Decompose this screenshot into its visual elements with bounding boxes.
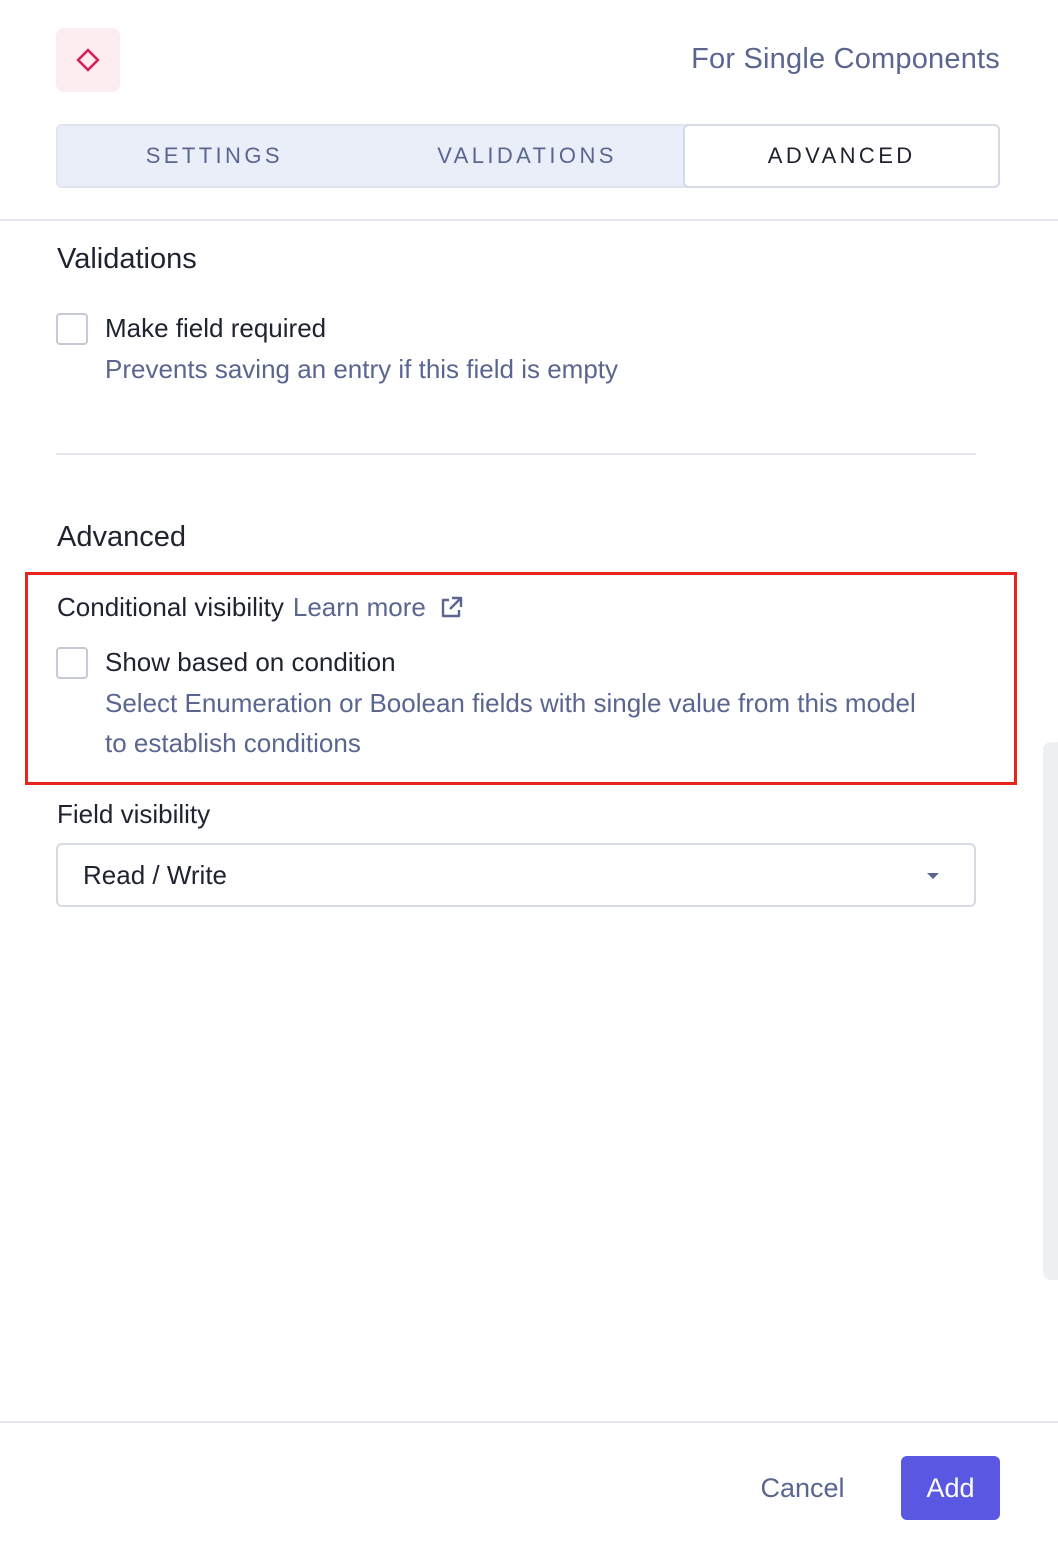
- advanced-section-title: Advanced: [57, 521, 186, 553]
- tab-advanced[interactable]: ADVANCED: [683, 124, 1001, 188]
- add-button[interactable]: Add: [901, 1456, 1000, 1520]
- component-type-badge: [56, 28, 120, 92]
- tab-settings[interactable]: SETTINGS: [58, 126, 371, 186]
- section-divider: [56, 453, 976, 455]
- field-visibility-value: Read / Write: [83, 859, 228, 890]
- make-field-required-label: Make field required: [105, 313, 327, 343]
- learn-more-link[interactable]: Learn more: [293, 592, 464, 623]
- tab-validations[interactable]: VALIDATIONS: [371, 126, 684, 186]
- tab-bar: SETTINGS VALIDATIONS ADVANCED: [56, 124, 1001, 188]
- show-based-on-condition-help-line2: to establish conditions: [105, 728, 361, 758]
- footer-divider: [0, 1421, 1058, 1423]
- conditional-visibility-label: Conditional visibility: [57, 592, 284, 622]
- cancel-button[interactable]: Cancel: [745, 1456, 860, 1520]
- make-field-required-checkbox[interactable]: [56, 313, 88, 345]
- diamond-icon: [76, 48, 100, 72]
- scrollbar[interactable]: [1043, 742, 1058, 1280]
- validations-section-title: Validations: [57, 243, 197, 275]
- show-based-on-condition-help-line1: Select Enumeration or Boolean fields wit…: [105, 688, 916, 718]
- component-title: For Single Components: [691, 43, 1000, 75]
- conditional-visibility-heading: Conditional visibility Learn more: [57, 592, 464, 623]
- external-link-icon: [441, 596, 463, 617]
- show-based-on-condition-label: Show based on condition: [105, 647, 396, 677]
- make-field-required-help: Prevents saving an entry if this field i…: [105, 354, 619, 384]
- field-visibility-select[interactable]: Read / Write: [56, 843, 976, 907]
- caret-down-icon: [927, 873, 939, 879]
- field-visibility-label: Field visibility: [57, 799, 211, 829]
- show-based-on-condition-checkbox[interactable]: [56, 647, 88, 679]
- learn-more-text: Learn more: [292, 592, 426, 622]
- header-divider: [0, 219, 1058, 221]
- field-settings-dialog: For Single Components SETTINGS VALIDATIO…: [0, 0, 1058, 1544]
